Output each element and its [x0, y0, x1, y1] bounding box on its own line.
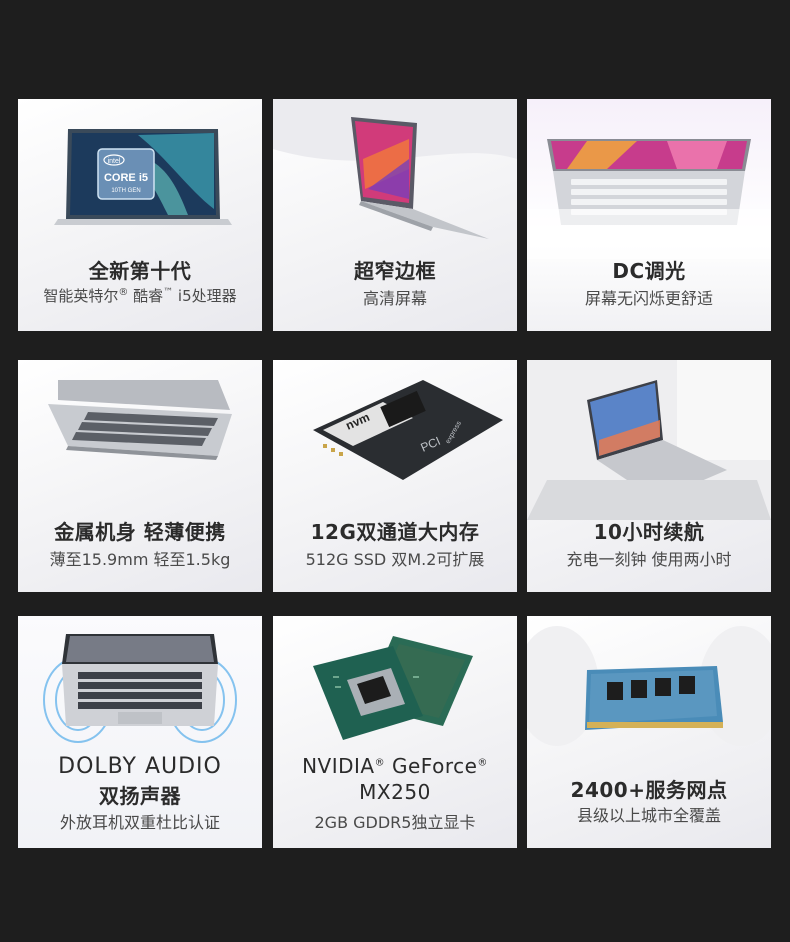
card-title-line2: 双扬声器: [99, 784, 181, 808]
ram-hands-image: [527, 626, 771, 746]
card-title: 10小时续航: [593, 520, 705, 544]
laptop-screen-image: [527, 139, 771, 259]
card-title-line1: NVIDIA® GeForce®: [302, 754, 488, 778]
laptop-side-image: [273, 99, 517, 239]
card-title: 2400+服务网点: [570, 778, 728, 802]
card-title: 超窄边框: [354, 259, 436, 283]
feature-card-metal-body: 金属机身 轻薄便携 薄至15.9mm 轻至1.5kg: [18, 360, 262, 592]
card-title-line2: MX250: [359, 780, 431, 804]
intel-logo-text: intel: [108, 158, 121, 165]
chip-model-text: CORE i5: [104, 172, 148, 184]
card-subtitle: 充电一刻钟 使用两小时: [566, 550, 732, 569]
laptop-intel-image: intel CORE i5 10TH GEN: [54, 129, 232, 225]
ssd-module-image: nvm PCI express: [313, 380, 503, 480]
laptop-keyboard-image: [48, 380, 232, 460]
card-subtitle: 外放耳机双重杜比认证: [59, 813, 220, 832]
laptop-speaker-image: [43, 634, 237, 743]
laptop-desk-image: [527, 360, 771, 520]
card-subtitle: 智能英特尔® 酷睿™ i5处理器: [43, 287, 237, 305]
feature-card-bezel: 超窄边框 高清屏幕: [273, 99, 517, 331]
feature-card-gpu: NVIDIA® GeForce® MX250 2GB GDDR5独立显卡: [273, 616, 517, 848]
card-title-line1: DOLBY AUDIO: [58, 754, 222, 779]
card-title: 12G双通道大内存: [310, 520, 480, 544]
card-title: 全新第十代: [88, 259, 192, 283]
feature-card-service: 2400+服务网点 县级以上城市全覆盖: [527, 616, 771, 848]
card-subtitle: 屏幕无闪烁更舒适: [584, 289, 713, 308]
card-subtitle: 县级以上城市全覆盖: [576, 806, 721, 825]
feature-card-memory: nvm PCI express 12G双通道大内存 512G SSD 双M.2可…: [273, 360, 517, 592]
feature-card-battery: 10小时续航 充电一刻钟 使用两小时: [527, 360, 771, 592]
feature-card-cpu: intel CORE i5 10TH GEN 全新第十代 智能英特尔® 酷睿™ …: [18, 99, 262, 331]
card-subtitle: 薄至15.9mm 轻至1.5kg: [49, 550, 231, 569]
card-title: DC调光: [612, 259, 686, 283]
card-subtitle: 高清屏幕: [362, 289, 427, 308]
card-subtitle: 512G SSD 双M.2可扩展: [305, 550, 485, 569]
card-subtitle: 2GB GDDR5独立显卡: [314, 813, 476, 832]
gpu-chip-image: [313, 636, 473, 740]
chip-gen-text: 10TH GEN: [111, 188, 140, 194]
feature-card-dc-dimming: DC调光 屏幕无闪烁更舒适: [527, 99, 771, 331]
feature-card-audio: DOLBY AUDIO 双扬声器 外放耳机双重杜比认证: [18, 616, 262, 848]
card-title: 金属机身 轻薄便携: [54, 520, 226, 544]
